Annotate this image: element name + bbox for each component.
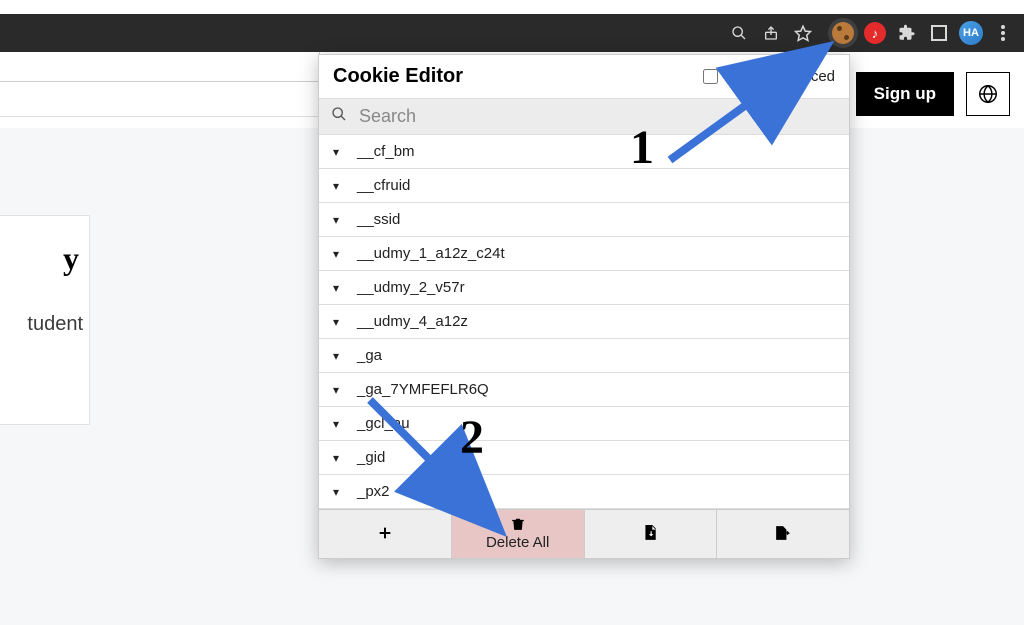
cookie-name: __udmy_4_a12z <box>357 313 468 330</box>
show-advanced-toggle[interactable]: Show Advanced <box>699 66 835 87</box>
cookie-search-input[interactable] <box>357 105 837 128</box>
chevron-down-icon: ▾ <box>333 315 345 329</box>
cookie-name: __udmy_2_v57r <box>357 279 465 296</box>
bookmark-star-icon[interactable] <box>788 18 818 48</box>
chevron-down-icon: ▾ <box>333 179 345 193</box>
cookie-name: _gid <box>357 449 385 466</box>
search-icon[interactable] <box>724 18 754 48</box>
search-icon <box>331 106 347 127</box>
file-import-icon <box>643 525 657 544</box>
profile-avatar[interactable]: HA <box>956 18 986 48</box>
chevron-down-icon: ▾ <box>333 213 345 227</box>
cookie-name: _ga <box>357 347 382 364</box>
language-globe-button[interactable] <box>966 72 1010 116</box>
share-icon[interactable] <box>756 18 786 48</box>
hero-subtext-fragment: tudent <box>0 313 89 336</box>
cookie-editor-extension-icon[interactable] <box>828 18 858 48</box>
cookie-row[interactable]: ▾ __ssid <box>319 203 849 237</box>
panel-icon[interactable] <box>924 18 954 48</box>
cookie-row[interactable]: ▾ _ga_7YMFEFLR6Q <box>319 373 849 407</box>
page-hero-card: y tudent <box>0 215 90 425</box>
cookie-row[interactable]: ▾ _gid <box>319 441 849 475</box>
delete-all-button[interactable]: Delete All <box>452 510 585 558</box>
chevron-down-icon: ▾ <box>333 145 345 159</box>
annotation-number-1: 1 <box>630 120 654 175</box>
cookie-name: __ssid <box>357 211 400 228</box>
cookie-list: ▾ __cf_bm ▾ __cfruid ▾ __ssid ▾ __udmy_1_a12… <box>319 135 849 509</box>
plus-icon <box>377 525 393 544</box>
export-cookies-button[interactable] <box>717 510 849 558</box>
extensions-puzzle-icon[interactable] <box>892 18 922 48</box>
cookie-search-bar <box>319 98 849 135</box>
cookie-row[interactable]: ▾ _gcl_au <box>319 407 849 441</box>
cookie-row[interactable]: ▾ _ga <box>319 339 849 373</box>
cookie-name: _px2 <box>357 483 390 500</box>
cookie-name: __udmy_1_a12z_c24t <box>357 245 505 262</box>
cookie-name: __cfruid <box>357 177 410 194</box>
url-bar-fragment[interactable] <box>0 52 320 82</box>
popup-footer: Delete All <box>319 509 849 558</box>
avatar-initials: HA <box>959 21 983 45</box>
chevron-down-icon: ▾ <box>333 417 345 431</box>
file-export-icon <box>775 525 791 544</box>
cookie-row[interactable]: ▾ __cf_bm <box>319 135 849 169</box>
hero-heading-fragment: y <box>0 240 89 277</box>
chevron-down-icon: ▾ <box>333 485 345 499</box>
cookie-row[interactable]: ▾ _px2 <box>319 475 849 509</box>
cookie-row[interactable]: ▾ __cfruid <box>319 169 849 203</box>
cookie-row[interactable]: ▾ __udmy_4_a12z <box>319 305 849 339</box>
music-extension-icon[interactable]: ♪ <box>860 18 890 48</box>
cookie-name: _gcl_au <box>357 415 410 432</box>
browser-toolbar: ♪ HA <box>0 14 1024 52</box>
chevron-down-icon: ▾ <box>333 349 345 363</box>
import-cookies-button[interactable] <box>585 510 718 558</box>
signup-button[interactable]: Sign up <box>856 72 954 116</box>
show-advanced-label: Show Advanced <box>727 68 835 85</box>
delete-all-label: Delete All <box>486 534 549 551</box>
popup-header: Cookie Editor Show Advanced <box>319 55 849 98</box>
cookie-editor-popup: Cookie Editor Show Advanced ▾ __cf_bm ▾ __… <box>318 54 850 559</box>
globe-icon <box>977 83 999 105</box>
auth-actions: Sign up <box>856 72 1010 116</box>
chevron-down-icon: ▾ <box>333 383 345 397</box>
add-cookie-button[interactable] <box>319 510 452 558</box>
chevron-down-icon: ▾ <box>333 451 345 465</box>
chevron-down-icon: ▾ <box>333 281 345 295</box>
popup-title: Cookie Editor <box>333 65 463 88</box>
kebab-menu-icon[interactable] <box>988 18 1018 48</box>
cookie-name: __cf_bm <box>357 143 415 160</box>
show-advanced-checkbox[interactable] <box>703 69 718 84</box>
cookie-row[interactable]: ▾ __udmy_1_a12z_c24t <box>319 237 849 271</box>
trash-icon <box>511 517 525 534</box>
cookie-row[interactable]: ▾ __udmy_2_v57r <box>319 271 849 305</box>
annotation-number-2: 2 <box>460 410 484 465</box>
cookie-name: _ga_7YMFEFLR6Q <box>357 381 489 398</box>
chevron-down-icon: ▾ <box>333 247 345 261</box>
url-bar-divider <box>0 116 320 117</box>
